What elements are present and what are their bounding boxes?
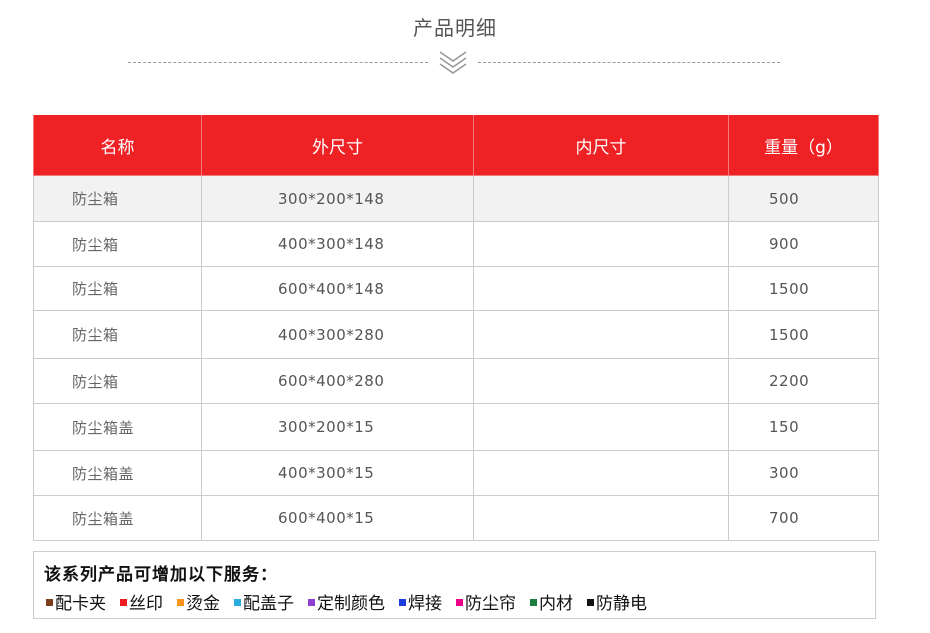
- cell-inner-size: [473, 310, 729, 359]
- cell-inner-size: [473, 495, 729, 541]
- service-item: 焊接: [399, 589, 442, 614]
- service-label: 配卡夹: [55, 594, 106, 614]
- cell-name: 防尘箱: [33, 175, 202, 222]
- square-bullet-icon: [234, 599, 241, 606]
- table-row: 防尘箱 400*300*148 900: [33, 221, 879, 267]
- square-bullet-icon: [120, 599, 127, 606]
- table-row: 防尘箱盖 300*200*15 150: [33, 403, 879, 451]
- cell-weight: 500: [728, 175, 879, 222]
- cell-weight: 300: [728, 450, 879, 496]
- cell-name: 防尘箱: [33, 310, 202, 359]
- service-label: 丝印: [129, 594, 163, 614]
- square-bullet-icon: [46, 599, 53, 606]
- header-outer-size: 外尺寸: [201, 115, 474, 176]
- table-row: 防尘箱 600*400*148 1500: [33, 266, 879, 311]
- cell-outer-size: 400*300*15: [201, 450, 474, 496]
- square-bullet-icon: [530, 599, 537, 606]
- cell-inner-size: [473, 266, 729, 311]
- page-title: 产品明细: [413, 16, 497, 40]
- table-row: 防尘箱盖 600*400*15 700: [33, 495, 879, 541]
- header-inner-size: 内尺寸: [473, 115, 729, 176]
- header-weight: 重量（g）: [728, 115, 879, 176]
- square-bullet-icon: [399, 599, 406, 606]
- cell-weight: 1500: [728, 310, 879, 359]
- cell-inner-size: [473, 403, 729, 451]
- cell-outer-size: 400*300*148: [201, 221, 474, 267]
- title-divider: [128, 48, 780, 78]
- table-header-row: 名称 外尺寸 内尺寸 重量（g）: [33, 115, 879, 176]
- cell-inner-size: [473, 221, 729, 267]
- table-body: 防尘箱 300*200*148 500 防尘箱 400*300*148 900 防尘箱 600…: [33, 175, 879, 541]
- cell-outer-size: 300*200*15: [201, 403, 474, 451]
- chevron-down-icon: [439, 51, 467, 74]
- cell-name: 防尘箱盖: [33, 495, 202, 541]
- service-label: 防静电: [596, 594, 647, 614]
- services-title: 该系列产品可增加以下服务：: [44, 565, 278, 585]
- service-label: 焊接: [408, 594, 442, 614]
- service-label: 烫金: [186, 594, 220, 614]
- cell-outer-size: 400*300*280: [201, 310, 474, 359]
- square-bullet-icon: [177, 599, 184, 606]
- cell-inner-size: [473, 175, 729, 222]
- divider-line-right: [478, 62, 780, 63]
- cell-outer-size: 600*400*15: [201, 495, 474, 541]
- cell-inner-size: [473, 358, 729, 404]
- table-row: 防尘箱 600*400*280 2200: [33, 358, 879, 404]
- square-bullet-icon: [587, 599, 594, 606]
- service-label: 防尘帘: [465, 594, 516, 614]
- services-box: 该系列产品可增加以下服务： 配卡夹 丝印 烫金 配盖子 定制颜色 焊接 防尘帘 内材 防静电: [33, 551, 876, 619]
- cell-weight: 1500: [728, 266, 879, 311]
- service-item: 配盖子: [234, 589, 294, 614]
- service-label: 配盖子: [243, 594, 294, 614]
- square-bullet-icon: [308, 599, 315, 606]
- cell-outer-size: 600*400*280: [201, 358, 474, 404]
- table-row: 防尘箱 400*300*280 1500: [33, 310, 879, 359]
- cell-outer-size: 300*200*148: [201, 175, 474, 222]
- cell-weight: 2200: [728, 358, 879, 404]
- cell-name: 防尘箱: [33, 358, 202, 404]
- table-row: 防尘箱 300*200*148 500: [33, 175, 879, 222]
- cell-weight: 700: [728, 495, 879, 541]
- cell-weight: 150: [728, 403, 879, 451]
- service-item: 定制颜色: [308, 589, 385, 614]
- cell-name: 防尘箱盖: [33, 403, 202, 451]
- service-item: 配卡夹: [46, 589, 106, 614]
- service-item: 烫金: [177, 589, 220, 614]
- cell-name: 防尘箱盖: [33, 450, 202, 496]
- services-list: 配卡夹 丝印 烫金 配盖子 定制颜色 焊接 防尘帘 内材 防静电: [46, 589, 661, 614]
- cell-inner-size: [473, 450, 729, 496]
- service-item: 丝印: [120, 589, 163, 614]
- header-name: 名称: [33, 115, 202, 176]
- cell-weight: 900: [728, 221, 879, 267]
- square-bullet-icon: [456, 599, 463, 606]
- cell-outer-size: 600*400*148: [201, 266, 474, 311]
- service-item: 内材: [530, 589, 573, 614]
- cell-name: 防尘箱: [33, 221, 202, 267]
- cell-name: 防尘箱: [33, 266, 202, 311]
- service-label: 内材: [539, 594, 573, 614]
- service-item: 防尘帘: [456, 589, 516, 614]
- divider-line-left: [128, 62, 428, 63]
- product-spec-table: 名称 外尺寸 内尺寸 重量（g） 防尘箱 300*200*148 500 防尘箱 400…: [33, 115, 879, 541]
- table-row: 防尘箱盖 400*300*15 300: [33, 450, 879, 496]
- service-label: 定制颜色: [317, 594, 385, 614]
- service-item: 防静电: [587, 589, 647, 614]
